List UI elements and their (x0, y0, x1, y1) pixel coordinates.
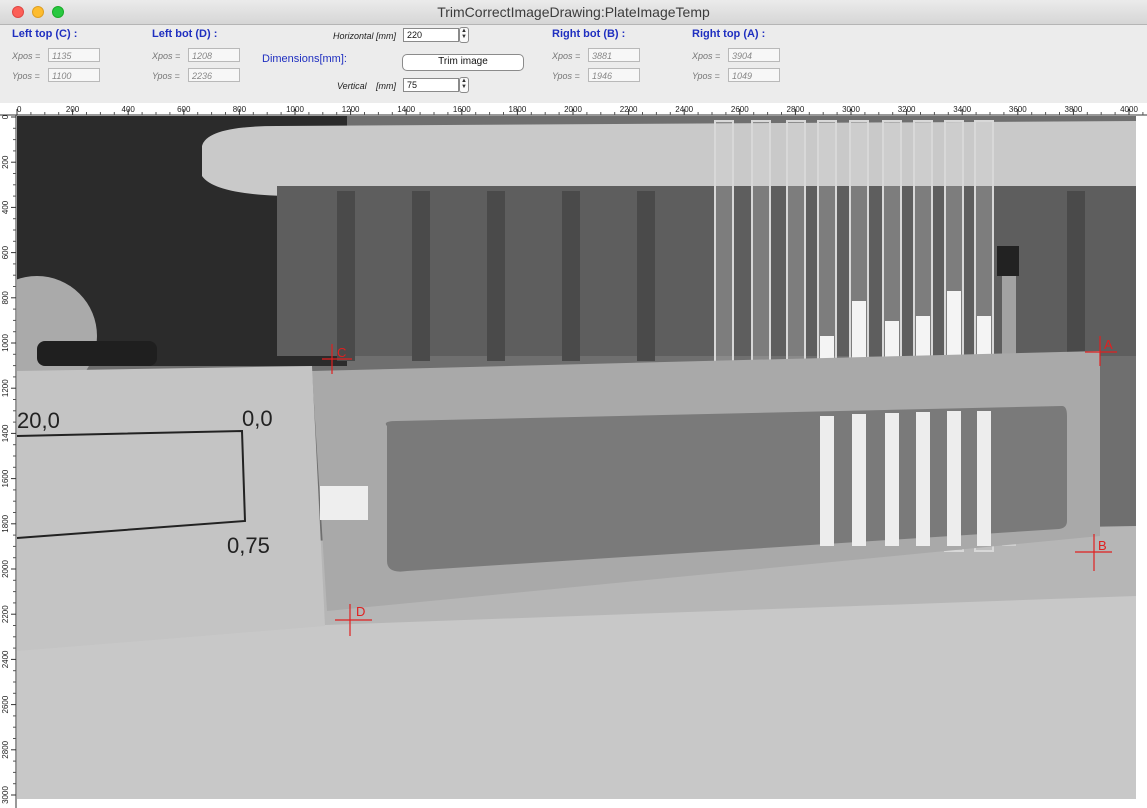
y-ruler-label: 1400 (1, 424, 10, 442)
marker-a: A (1104, 337, 1113, 352)
x-ruler-label: 200 (66, 105, 80, 114)
y-ruler-label: 200 (1, 155, 10, 169)
plate-photo: 20,0 0,0 0,75 C A B D (17, 116, 1136, 799)
control-panel: Left top (C) : Xpos = 1135 Ypos = 1100 L… (0, 25, 1147, 103)
left-bot-xpos-label: Xpos = (152, 51, 181, 61)
vertical-field[interactable]: 75 (403, 78, 459, 92)
marker-b: B (1098, 538, 1107, 553)
window-titlebar: TrimCorrectImageDrawing:PlateImageTemp (0, 0, 1147, 25)
x-ruler-label: 3000 (842, 105, 860, 114)
left-top-xpos-label: Xpos = (12, 51, 41, 61)
y-ruler-label: 2200 (1, 605, 10, 623)
right-top-title: Right top (A) : (692, 28, 766, 40)
right-bot-xpos-label: Xpos = (552, 51, 581, 61)
x-ruler-label: 1400 (397, 105, 415, 114)
x-ruler-label: 3400 (953, 105, 971, 114)
left-bot-xpos-field[interactable]: 1208 (188, 48, 240, 62)
x-ruler-label: 1000 (286, 105, 304, 114)
vertical-stepper[interactable]: ▲ ▼ (459, 77, 469, 93)
x-ruler-label: 2800 (787, 105, 805, 114)
right-top-xpos-field[interactable]: 3904 (728, 48, 780, 62)
x-ruler-label: 1800 (509, 105, 527, 114)
left-top-ypos-label: Ypos = (12, 71, 40, 81)
left-bot-ypos-label: Ypos = (152, 71, 180, 81)
y-ruler-label: 2400 (1, 650, 10, 668)
image-canvas[interactable]: 0 200 400 600 800 1000 1200 1400 1600 1800 2000 220… (0, 103, 1147, 808)
trim-image-button[interactable]: Trim image (402, 54, 524, 71)
x-ruler-label: 2400 (675, 105, 693, 114)
note-text-20-0: 20,0 (17, 408, 60, 433)
note-text-0-75: 0,75 (227, 533, 270, 558)
y-ruler-label: 1000 (1, 334, 10, 352)
left-top-title: Left top (C) : (12, 28, 78, 40)
plate-image[interactable]: 20,0 0,0 0,75 C A B D (17, 116, 1136, 799)
x-ruler-label: 600 (177, 105, 191, 114)
horizontal-stepper[interactable]: ▲ ▼ (459, 27, 469, 43)
marker-c: C (337, 345, 346, 360)
vertical-label: Vertical (337, 81, 367, 91)
marker-d: D (356, 604, 365, 619)
x-ruler-label: 3600 (1009, 105, 1027, 114)
y-ruler-label: 1600 (1, 469, 10, 487)
y-ruler-label: 3000 (1, 786, 10, 804)
x-ruler-label: 1600 (453, 105, 471, 114)
dimensions-title: Dimensions[mm]: (262, 53, 347, 65)
y-ruler-label: 2600 (1, 695, 10, 713)
y-ruler-label: 400 (1, 200, 10, 214)
x-ruler-label: 800 (233, 105, 247, 114)
left-bot-ypos-field[interactable]: 2236 (188, 68, 240, 82)
window-title: TrimCorrectImageDrawing:PlateImageTemp (437, 4, 710, 20)
y-ruler-label: 1200 (1, 379, 10, 397)
right-top-ypos-field[interactable]: 1049 (728, 68, 780, 82)
y-ruler-label: 2800 (1, 740, 10, 758)
x-ruler-label: 400 (122, 105, 136, 114)
y-ruler-label: 1800 (1, 514, 10, 532)
y-ruler-label: 600 (1, 245, 10, 259)
note-text-0-0: 0,0 (242, 406, 273, 431)
right-top-xpos-label: Xpos = (692, 51, 721, 61)
left-top-xpos-field[interactable]: 1135 (48, 48, 100, 62)
x-ruler-label: 1200 (342, 105, 360, 114)
vertical-unit-label: [mm] (376, 81, 396, 91)
x-ruler-label: 2200 (620, 105, 638, 114)
horizontal-field[interactable]: 220 (403, 28, 459, 42)
horizontal-label: Horizontal [mm] (333, 31, 397, 41)
x-ruler-label: 3800 (1065, 105, 1083, 114)
right-top-ypos-label: Ypos = (692, 71, 720, 81)
y-ruler-label: 0 (1, 114, 10, 119)
x-ruler-label: 2000 (564, 105, 582, 114)
right-bot-title: Right bot (B) : (552, 28, 626, 40)
x-ruler-label: 2600 (731, 105, 749, 114)
y-ruler-label: 2000 (1, 560, 10, 578)
right-bot-xpos-field[interactable]: 3881 (588, 48, 640, 62)
right-bot-ypos-field[interactable]: 1946 (588, 68, 640, 82)
right-bot-ypos-label: Ypos = (552, 71, 580, 81)
left-top-ypos-field[interactable]: 1100 (48, 68, 100, 82)
y-ruler-label: 800 (1, 291, 10, 305)
left-bot-title: Left bot (D) : (152, 28, 218, 40)
x-ruler-label: 4000 (1120, 105, 1138, 114)
x-ruler-label: 3200 (898, 105, 916, 114)
x-ruler-label: 0 (17, 105, 22, 114)
